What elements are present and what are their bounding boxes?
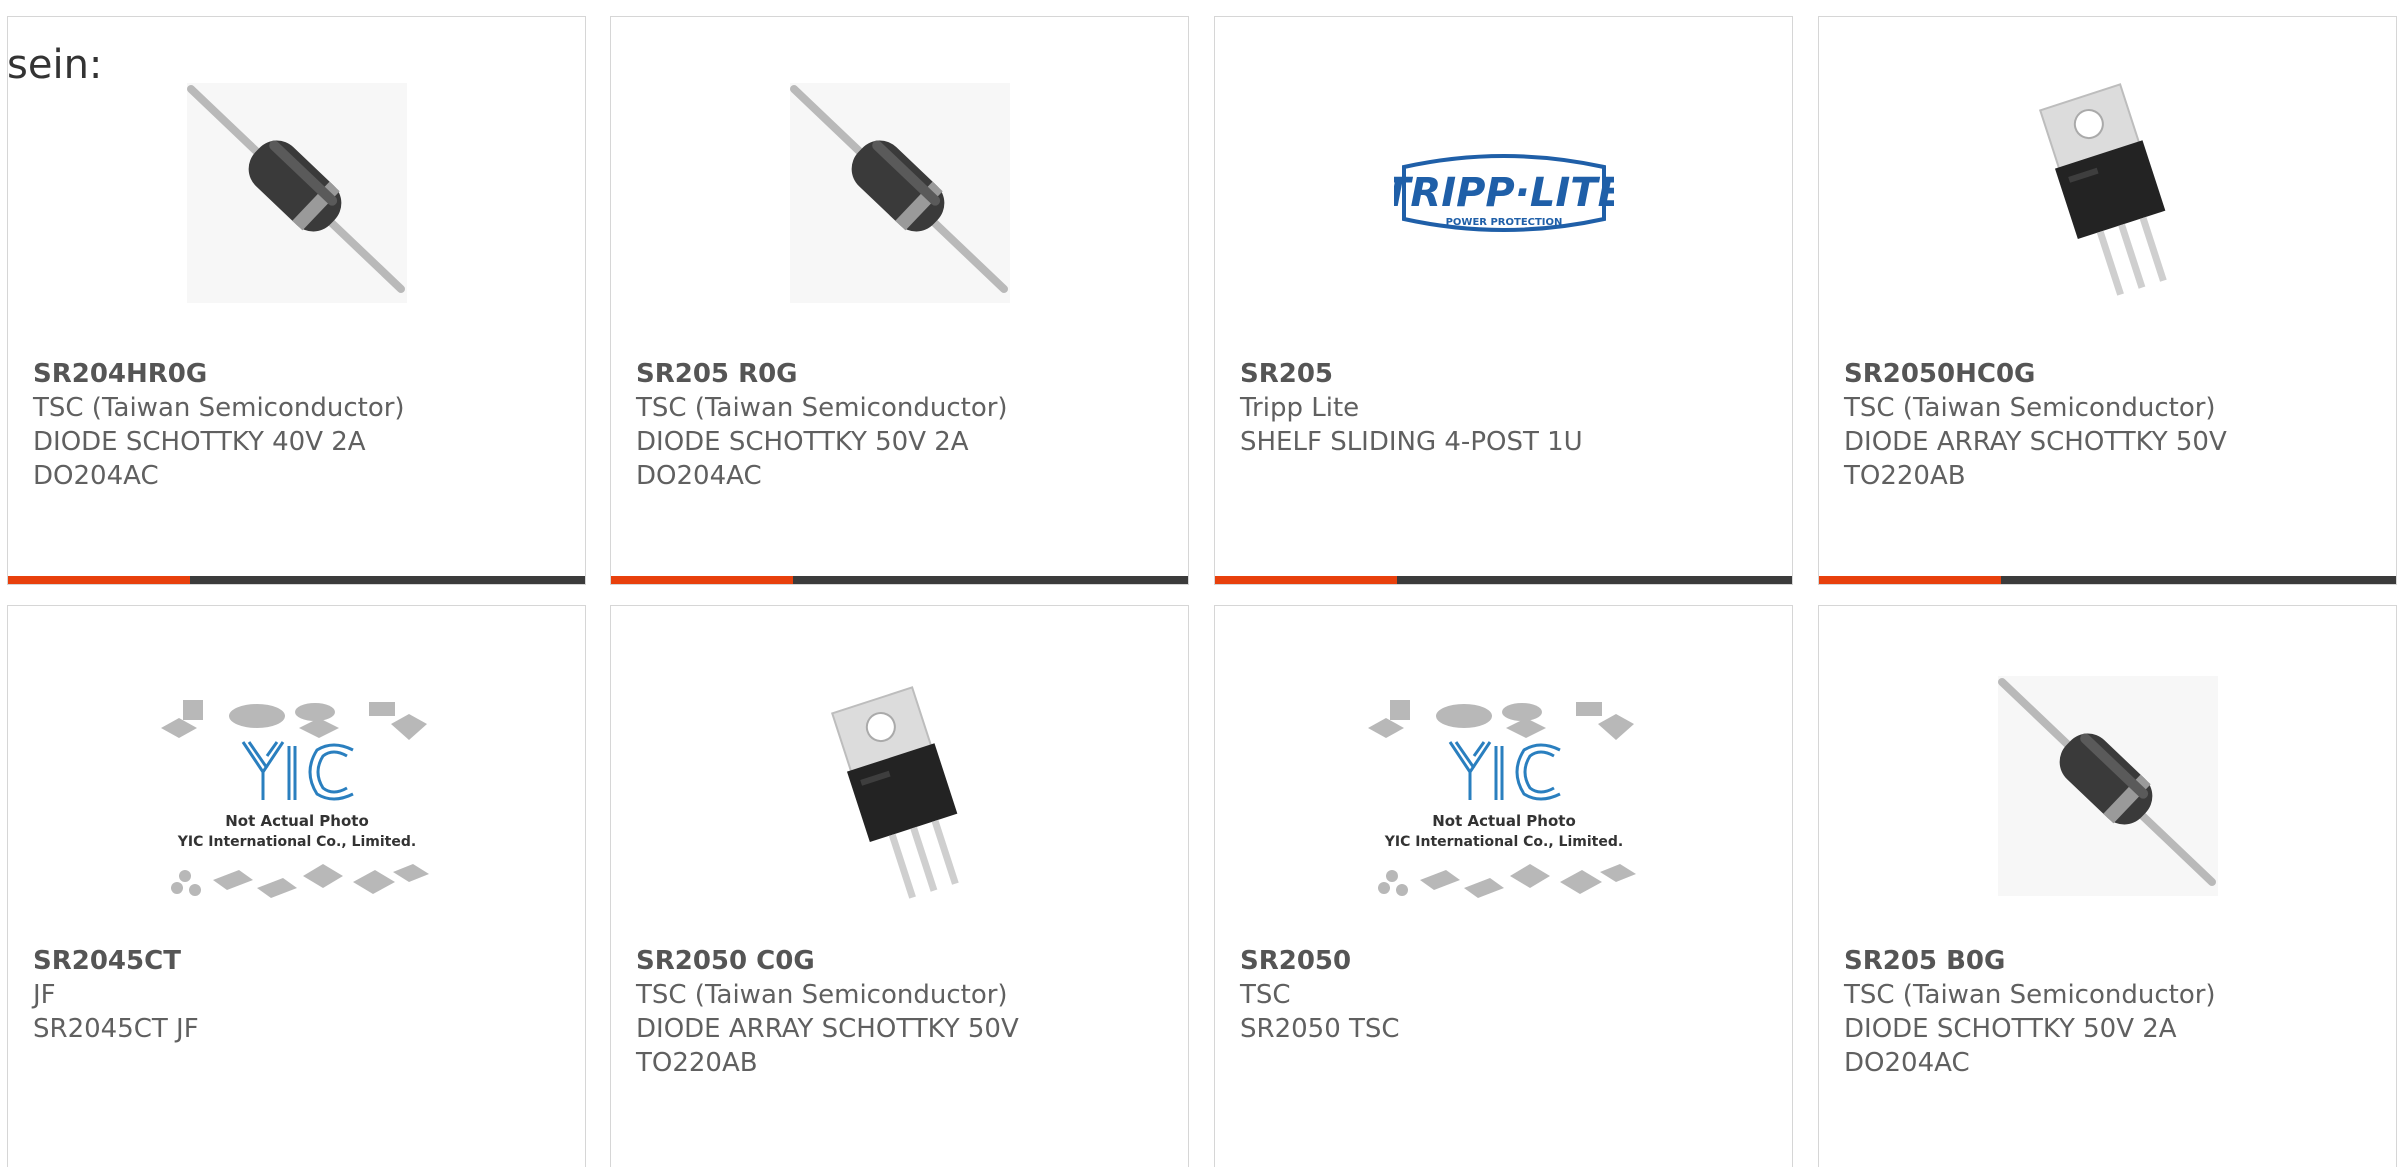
product-card[interactable]: Not Actual Photo YIC International Co., … [7,605,586,1167]
product-card[interactable]: SR204HR0G TSC (Taiwan Semiconductor) DIO… [7,16,586,585]
placeholder-line-1: Not Actual Photo [1432,812,1576,830]
description: SR2045CT JF [33,1014,199,1044]
product-info: SR205 R0G TSC (Taiwan Semiconductor) DIO… [636,357,1178,493]
placeholder-line-1: Not Actual Photo [225,812,369,830]
not-actual-photo-placeholder[interactable]: Not Actual Photo YIC International Co., … [1364,676,1644,926]
part-number-link[interactable]: SR2045CT [33,944,575,978]
description: DIODE ARRAY SCHOTTKY 50V [1844,427,2227,457]
tripp-lite-logo[interactable]: TRIPP·LITE POWER PROTECTION [1394,83,1614,303]
description: SR2050 TSC [1240,1014,1400,1044]
card-bottom-bar [1819,576,2396,584]
axial-diode-image[interactable] [186,83,407,303]
to220-package-image[interactable] [760,676,1040,926]
lead-text: sein: [7,42,103,88]
product-card[interactable]: SR2050HC0G TSC (Taiwan Semiconductor) DI… [1818,16,2397,585]
card-bottom-bar [1215,576,1792,584]
description: DIODE ARRAY SCHOTTKY 50V [636,1014,1019,1044]
description: SHELF SLIDING 4-POST 1U [1240,427,1583,457]
to220-package-image[interactable] [1998,83,2218,303]
product-card[interactable]: Not Actual Photo YIC International Co., … [1214,605,1793,1167]
placeholder-line-2: YIC International Co., Limited. [176,834,415,850]
axial-diode-image[interactable] [789,83,1010,303]
product-info: SR205 B0G TSC (Taiwan Semiconductor) DIO… [1844,944,2386,1080]
card-accent-bar [1215,576,1397,584]
product-card[interactable]: SR205 B0G TSC (Taiwan Semiconductor) DIO… [1818,605,2397,1167]
package: TO220AB [1844,461,1966,491]
not-actual-photo-placeholder[interactable]: Not Actual Photo YIC International Co., … [157,676,437,926]
product-card[interactable]: TRIPP·LITE POWER PROTECTION SR205 Tripp … [1214,16,1793,585]
package: TO220AB [636,1048,758,1078]
manufacturer: TSC (Taiwan Semiconductor) [1844,393,2216,423]
product-card[interactable]: SR2050 C0G TSC (Taiwan Semiconductor) DI… [610,605,1189,1167]
axial-diode-image[interactable] [1968,676,2248,926]
card-accent-bar [611,576,793,584]
manufacturer: TSC (Taiwan Semiconductor) [636,980,1008,1010]
card-accent-bar [1819,576,2001,584]
part-number-link[interactable]: SR205 R0G [636,357,1178,391]
logo-text: TRIPP·LITE [1394,170,1614,216]
part-number-link[interactable]: SR2050 [1240,944,1782,978]
manufacturer: TSC (Taiwan Semiconductor) [636,393,1008,423]
card-accent-bar [8,576,190,584]
logo-subtext: POWER PROTECTION [1445,217,1562,228]
part-number-link[interactable]: SR2050HC0G [1844,357,2386,391]
product-info: SR2050 C0G TSC (Taiwan Semiconductor) DI… [636,944,1178,1080]
card-bottom-bar [8,576,585,584]
description: DIODE SCHOTTKY 40V 2A [33,427,366,457]
package: DO204AC [1844,1048,1970,1078]
description: DIODE SCHOTTKY 50V 2A [636,427,969,457]
card-bottom-bar [611,576,1188,584]
package: DO204AC [636,461,762,491]
manufacturer: Tripp Lite [1240,393,1360,423]
product-info: SR204HR0G TSC (Taiwan Semiconductor) DIO… [33,357,575,493]
product-info: SR2050 TSC SR2050 TSC [1240,944,1782,1046]
part-number-link[interactable]: SR205 [1240,357,1782,391]
manufacturer: JF [33,980,56,1010]
placeholder-line-2: YIC International Co., Limited. [1383,834,1622,850]
part-number-link[interactable]: SR2050 C0G [636,944,1178,978]
package: DO204AC [33,461,159,491]
product-grid-page: sein: SR204HR0G TSC (Taiwan Semiconducto… [0,0,2400,1167]
product-info: SR2045CT JF SR2045CT JF [33,944,575,1046]
manufacturer: TSC (Taiwan Semiconductor) [33,393,405,423]
part-number-link[interactable]: SR204HR0G [33,357,575,391]
product-info: SR2050HC0G TSC (Taiwan Semiconductor) DI… [1844,357,2386,493]
manufacturer: TSC (Taiwan Semiconductor) [1844,980,2216,1010]
product-info: SR205 Tripp Lite SHELF SLIDING 4-POST 1U [1240,357,1782,459]
product-card[interactable]: SR205 R0G TSC (Taiwan Semiconductor) DIO… [610,16,1189,585]
description: DIODE SCHOTTKY 50V 2A [1844,1014,2177,1044]
part-number-link[interactable]: SR205 B0G [1844,944,2386,978]
manufacturer: TSC [1240,980,1291,1010]
